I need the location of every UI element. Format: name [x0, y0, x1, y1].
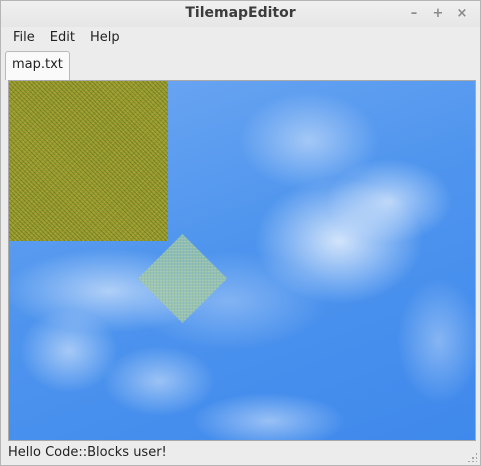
main-window: TilemapEditor – + × File Edit Help map.t…	[0, 0, 481, 466]
maximize-button[interactable]: +	[428, 4, 448, 24]
map-canvas[interactable]	[8, 80, 476, 441]
grass-tile[interactable]	[9, 81, 168, 241]
menu-help[interactable]: Help	[82, 30, 127, 45]
status-bar: Hello Code::Blocks user!	[1, 441, 480, 465]
menu-bar: File Edit Help	[1, 27, 480, 47]
title-bar[interactable]: TilemapEditor – + ×	[1, 1, 480, 27]
window-controls: – + ×	[404, 4, 472, 24]
menu-edit[interactable]: Edit	[42, 30, 82, 45]
minimize-button[interactable]: –	[404, 4, 424, 24]
tab-map-txt[interactable]: map.txt	[5, 51, 70, 80]
resize-grip-icon[interactable]	[467, 452, 477, 462]
menu-file[interactable]: File	[5, 30, 42, 45]
tab-bar: map.txt	[1, 49, 480, 80]
close-button[interactable]: ×	[452, 4, 472, 24]
status-text: Hello Code::Blocks user!	[8, 445, 167, 460]
